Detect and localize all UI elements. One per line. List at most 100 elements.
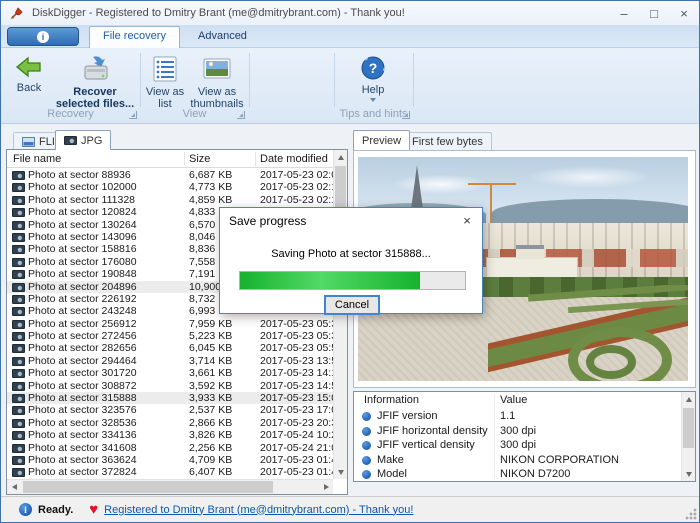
file-size: 5,223 KB [189, 330, 232, 342]
file-name: Photo at sector 204896 [28, 281, 137, 293]
file-date: 2017-05-23 14:18:52 [260, 367, 333, 379]
ribbon-tab-strip: i File recovery Advanced [1, 25, 699, 48]
photo-file-icon [12, 406, 25, 415]
file-name: Photo at sector 308872 [28, 380, 137, 392]
table-row[interactable]: Photo at sector 3158883,933 KB2017-05-23… [7, 392, 333, 404]
recover-drive-icon [79, 55, 111, 83]
file-name: Photo at sector 315888 [28, 392, 137, 404]
cancel-button[interactable]: Cancel [324, 295, 380, 315]
file-name: Photo at sector 243248 [28, 305, 137, 317]
table-row[interactable]: Photo at sector 889366,687 KB2017-05-23 … [7, 169, 333, 181]
photo-file-icon [12, 196, 25, 205]
title-bar[interactable]: DiskDigger - Registered to Dmitry Brant … [1, 1, 699, 25]
horizontal-scrollbar[interactable] [7, 479, 333, 494]
photo-file-icon [12, 208, 25, 217]
table-row[interactable]: Photo at sector 3088723,592 KB2017-05-23… [7, 380, 333, 392]
table-row[interactable]: Photo at sector 2826566,045 KB2017-05-23… [7, 342, 333, 354]
tab-preview[interactable]: Preview [353, 130, 410, 150]
recovery-dialog-launcher-icon[interactable] [129, 111, 137, 119]
scroll-down-button[interactable] [334, 465, 348, 479]
recover-selected-files-button[interactable]: Recover selected files... [52, 53, 138, 110]
status-bar: i Ready. ♥ Registered to Dmitry Brant (m… [1, 496, 699, 522]
file-date: 2017-05-23 15:04:25 [260, 392, 333, 404]
column-date-modified[interactable]: Date modified [260, 153, 328, 165]
scrollbar-thumb[interactable] [683, 408, 694, 448]
scroll-up-button[interactable] [682, 392, 696, 406]
file-date: 2017-05-23 02:10:13 [260, 181, 333, 193]
file-name: Photo at sector 143096 [28, 231, 137, 243]
tab-file-recovery[interactable]: File recovery [89, 26, 180, 48]
column-divider [184, 152, 185, 166]
view-as-thumbnails-button[interactable]: View as thumbnails [188, 53, 246, 110]
file-size: 2,537 KB [189, 404, 232, 416]
resize-grip[interactable] [685, 508, 697, 520]
help-button[interactable]: ? Help [345, 53, 401, 102]
table-row[interactable]: Photo at sector 3235762,537 KB2017-05-23… [7, 404, 333, 416]
file-name: Photo at sector 363624 [28, 454, 137, 466]
view-as-list-button[interactable]: View as list [142, 53, 188, 110]
file-date: 2017-05-23 05:56:11 [260, 342, 333, 354]
help-dropdown-caret [370, 98, 376, 102]
view-dialog-launcher-icon[interactable] [237, 111, 245, 119]
file-name: Photo at sector 323576 [28, 404, 137, 416]
dialog-close-icon[interactable]: × [456, 211, 478, 229]
file-date: 2017-05-23 01:43:40 [260, 454, 333, 466]
list-icon [151, 55, 179, 83]
dialog-title: Save progress [229, 214, 306, 228]
scroll-right-button[interactable] [319, 480, 333, 494]
table-row[interactable]: Photo at sector 2724565,223 KB2017-05-23… [7, 330, 333, 342]
file-date: 2017-05-24 10:29:08 [260, 429, 333, 441]
info-value: 300 dpi [500, 438, 536, 453]
file-name: Photo at sector 130264 [28, 219, 137, 231]
table-row[interactable]: Photo at sector 2569127,959 KB2017-05-23… [7, 318, 333, 330]
info-row[interactable]: ModelNIKON D7200 [354, 467, 681, 481]
table-row[interactable]: Photo at sector 3728246,407 KB2017-05-23… [7, 466, 333, 478]
registered-link[interactable]: Registered to Dmitry Brant (me@dmitrybra… [104, 504, 413, 516]
file-name: Photo at sector 372824 [28, 466, 137, 478]
bullet-icon [362, 470, 371, 479]
dialog-title-bar[interactable]: Save progress × [220, 208, 482, 232]
info-table: Information Value JFIF version1.1JFIF ho… [353, 391, 696, 482]
table-row[interactable]: Photo at sector 3416082,256 KB2017-05-24… [7, 442, 333, 454]
file-name: Photo at sector 282656 [28, 342, 137, 354]
close-button[interactable]: × [669, 1, 699, 25]
column-file-name[interactable]: File name [13, 153, 61, 165]
info-row[interactable]: JFIF horizontal density300 dpi [354, 424, 681, 439]
column-information[interactable]: Information [364, 394, 419, 406]
minimize-button[interactable]: – [609, 1, 639, 25]
column-size[interactable]: Size [189, 153, 210, 165]
table-row[interactable]: Photo at sector 3341363,826 KB2017-05-24… [7, 429, 333, 441]
table-row[interactable]: Photo at sector 3636244,709 KB2017-05-23… [7, 454, 333, 466]
info-vertical-scrollbar[interactable] [681, 392, 695, 481]
info-row[interactable]: JFIF vertical density300 dpi [354, 438, 681, 453]
table-row[interactable]: Photo at sector 2944643,714 KB2017-05-23… [7, 355, 333, 367]
table-row[interactable]: Photo at sector 3285362,866 KB2017-05-23… [7, 417, 333, 429]
info-row[interactable]: JFIF version1.1 [354, 409, 681, 424]
back-button[interactable]: Back [7, 53, 51, 94]
file-date: 2017-05-24 21:05:14 [260, 442, 333, 454]
file-size: 3,661 KB [189, 367, 232, 379]
tab-advanced[interactable]: Advanced [185, 27, 260, 48]
photo-file-icon [12, 233, 25, 242]
maximize-button[interactable]: □ [639, 1, 669, 25]
tips-dialog-launcher-icon[interactable] [402, 111, 410, 119]
tab-jpg[interactable]: JPG [55, 130, 111, 150]
bullet-icon [362, 441, 371, 450]
scroll-left-button[interactable] [7, 480, 21, 494]
group-separator [334, 53, 335, 107]
photo-palace-tower [516, 245, 544, 259]
table-row[interactable]: Photo at sector 1020004,773 KB2017-05-23… [7, 181, 333, 193]
scroll-up-button[interactable] [334, 150, 348, 164]
file-date: 2017-05-23 20:33:32 [260, 417, 333, 429]
column-value[interactable]: Value [500, 394, 527, 406]
table-row[interactable]: Photo at sector 3017203,661 KB2017-05-23… [7, 367, 333, 379]
info-row[interactable]: MakeNIKON CORPORATION [354, 453, 681, 468]
ribbon: Back Recover selected files... View as l… [1, 48, 699, 124]
scrollbar-thumb[interactable] [23, 481, 273, 493]
scroll-down-button[interactable] [682, 467, 696, 481]
tab-first-few-bytes[interactable]: First few bytes [403, 132, 492, 150]
photo-file-icon [12, 369, 25, 378]
app-menu-button[interactable]: i [7, 27, 79, 46]
photo-file-icon [12, 332, 25, 341]
table-row[interactable]: Photo at sector 1113284,859 KB2017-05-23… [7, 194, 333, 206]
